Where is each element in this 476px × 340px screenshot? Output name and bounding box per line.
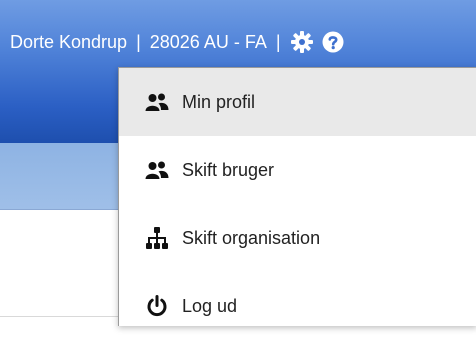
power-icon <box>144 293 170 319</box>
question-circle-icon[interactable] <box>322 31 344 53</box>
organization-label[interactable]: 28026 AU - FA <box>150 32 267 53</box>
org-chart-icon <box>144 225 170 251</box>
gear-icon[interactable] <box>290 30 314 54</box>
users-icon <box>144 89 170 115</box>
user-bar: Dorte Kondrup | 28026 AU - FA | <box>10 30 476 54</box>
menu-item-skift-organisation[interactable]: Skift organisation <box>119 204 476 272</box>
menu-item-label: Skift organisation <box>182 227 321 248</box>
menu-item-skift-bruger[interactable]: Skift bruger <box>119 136 476 204</box>
separator: | <box>275 31 281 52</box>
menu-item-log-ud[interactable]: Log ud <box>119 272 476 340</box>
menu-item-label: Skift bruger <box>182 159 275 180</box>
separator: | <box>136 31 141 52</box>
user-name[interactable]: Dorte Kondrup <box>10 32 127 53</box>
menu-item-min-profil[interactable]: Min profil <box>119 68 476 136</box>
user-dropdown-menu: Min profil Skift bruger Skift organisati… <box>118 67 476 326</box>
menu-item-label: Min profil <box>182 91 256 112</box>
menu-item-label: Log ud <box>182 295 238 316</box>
users-icon <box>144 157 170 183</box>
